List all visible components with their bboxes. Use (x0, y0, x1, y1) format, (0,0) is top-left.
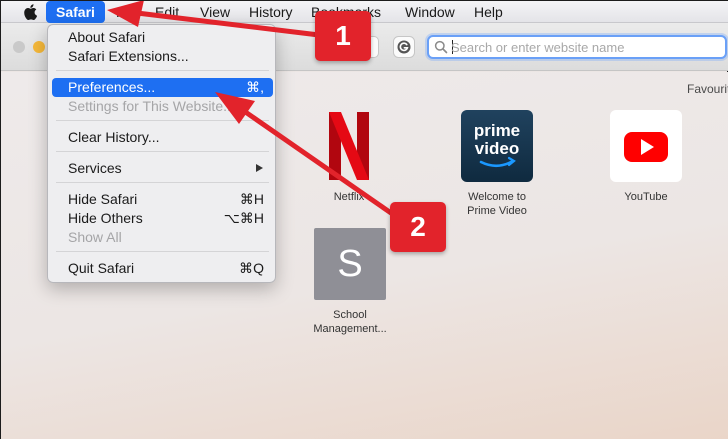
favourite-label: Netflix (333, 191, 365, 203)
favourite-label: Welcome to Prime Video (467, 191, 527, 217)
menu-item-preferences[interactable]: Preferences... ⌘, (52, 78, 273, 97)
school-icon: S (314, 228, 386, 300)
address-bar[interactable] (427, 35, 727, 59)
menubar-edit[interactable]: Edit (155, 4, 179, 20)
favourite-youtube[interactable]: YouTube (596, 110, 696, 204)
menu-item-show-all: Show All (68, 229, 122, 245)
menu-separator (56, 70, 269, 71)
step-1-badge: 1 (315, 11, 371, 61)
menubar-window[interactable]: Window (405, 4, 455, 20)
favourite-label: YouTube (624, 191, 668, 203)
netflix-icon (313, 110, 385, 182)
menu-separator (56, 151, 269, 152)
menu-item-about-safari[interactable]: About Safari (52, 28, 273, 47)
menu-item-hide-safari[interactable]: Hide Safari ⌘H (52, 190, 273, 209)
prime-video-icon: prime video (461, 110, 533, 182)
menu-item-settings-for-website: Settings for This Website... (68, 98, 235, 114)
safari-menu: About Safari Safari Extensions... Prefer… (47, 24, 276, 283)
menu-separator (56, 182, 269, 183)
favourite-prime-video[interactable]: prime video Welcome to Prime Video (447, 110, 547, 218)
search-icon (434, 40, 448, 54)
step-2-badge: 2 (390, 202, 446, 252)
menu-item-safari-extensions[interactable]: Safari Extensions... (52, 47, 273, 66)
favourite-label: School Management... (313, 309, 387, 335)
close-window-button[interactable] (13, 41, 25, 53)
favourite-netflix[interactable]: Netflix (299, 110, 399, 204)
menubar-help[interactable]: Help (474, 4, 503, 20)
menubar-file[interactable]: File (116, 4, 139, 20)
menubar-view[interactable]: View (200, 4, 230, 20)
search-input[interactable] (451, 37, 721, 57)
menu-item-quit-safari[interactable]: Quit Safari ⌘Q (52, 259, 273, 278)
apple-icon[interactable] (23, 4, 37, 20)
menubar-safari[interactable]: Safari (46, 1, 105, 23)
grammarly-extension-icon[interactable] (393, 36, 415, 58)
menu-separator (56, 251, 269, 252)
youtube-icon (610, 110, 682, 182)
menu-item-clear-history[interactable]: Clear History... (52, 128, 273, 147)
menu-separator (56, 120, 269, 121)
minimize-window-button[interactable] (33, 41, 45, 53)
submenu-arrow-icon (256, 164, 263, 172)
menubar-history[interactable]: History (249, 4, 293, 20)
favourite-school-management[interactable]: S School Management... (300, 228, 400, 336)
menu-item-hide-others[interactable]: Hide Others ⌥⌘H (52, 209, 273, 228)
menu-item-services[interactable]: Services (52, 159, 273, 178)
favourites-heading: Favourites (687, 82, 728, 96)
